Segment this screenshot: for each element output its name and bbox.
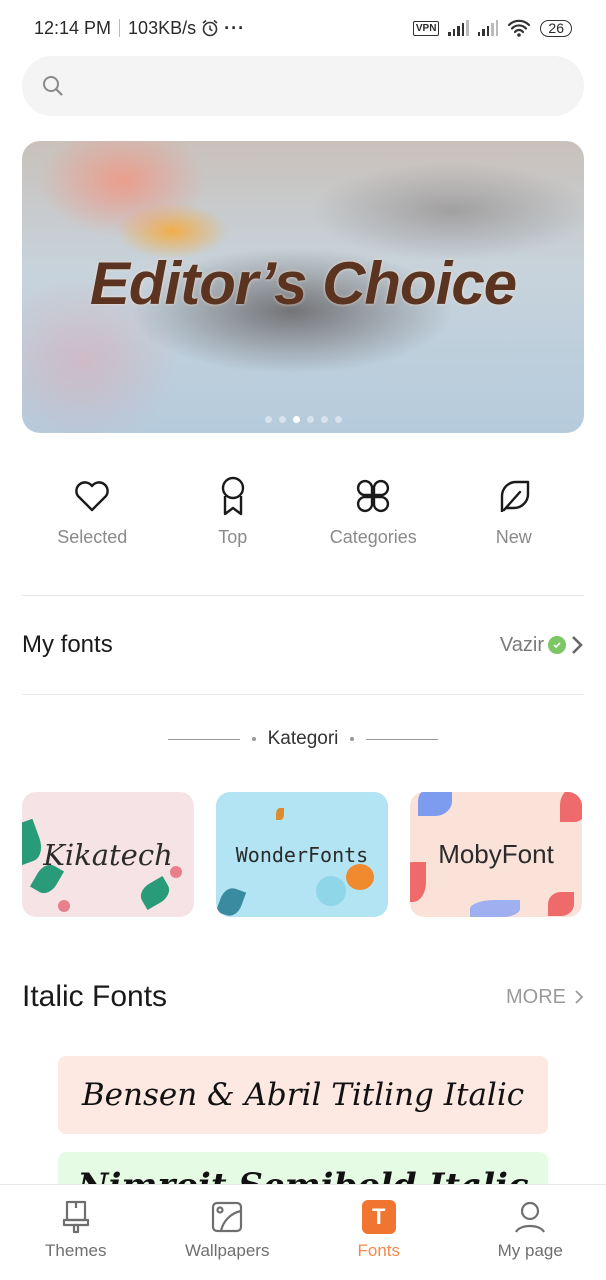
nav-label: My page <box>497 1241 563 1260</box>
banner-pagination <box>22 416 584 423</box>
font-card[interactable]: Bensen & Abril Titling Italic <box>58 1056 548 1134</box>
pagination-dot-active[interactable] <box>292 416 300 423</box>
editors-choice-banner[interactable]: Editor’s Choice <box>22 141 584 433</box>
font-t-icon: T <box>361 1200 396 1234</box>
current-font: Vazir <box>500 634 584 657</box>
decorative-leaf <box>560 792 582 822</box>
kategori-label: Kategori <box>267 728 339 749</box>
status-bar: 12:14 PM 103KB/s ··· VPN 26 <box>0 0 606 56</box>
category-label: WonderFonts <box>235 842 369 867</box>
decorative-dot <box>350 737 355 741</box>
alarm-icon <box>202 19 218 37</box>
kategori-header: Kategori <box>0 728 606 750</box>
decorative-leaf <box>548 892 574 916</box>
clock: 12:14 PM <box>34 17 112 38</box>
search-input[interactable] <box>74 75 584 97</box>
section-title: Italic Fonts <box>22 980 168 1013</box>
battery-indicator: 26 <box>540 19 572 37</box>
category-card-mobyfont[interactable]: MobyFont <box>410 792 582 917</box>
quick-nav-categories[interactable]: Categories <box>303 474 444 548</box>
quick-nav-label: New <box>495 527 532 547</box>
quick-nav: Selected Top Categories New <box>22 474 584 548</box>
pagination-dot[interactable] <box>320 416 328 423</box>
nav-label: Themes <box>45 1241 107 1260</box>
nav-fonts[interactable]: T Fonts <box>303 1185 455 1280</box>
nav-label: Fonts <box>357 1241 401 1260</box>
vpn-icon: VPN <box>412 20 440 36</box>
more-notifications-indicator: ··· <box>224 17 246 38</box>
bottom-nav: Themes Wallpapers T Fonts My page <box>0 1184 606 1280</box>
quick-nav-selected[interactable]: Selected <box>22 474 163 548</box>
nav-themes[interactable]: Themes <box>0 1185 152 1280</box>
banner-title: Editor’s Choice <box>89 250 517 317</box>
quick-nav-label: Top <box>218 527 248 547</box>
my-fonts-title: My fonts <box>22 631 113 658</box>
search-bar[interactable] <box>22 56 584 116</box>
category-cards: Kikatech WonderFonts MobyFont <box>22 792 606 917</box>
more-label: MORE <box>506 985 566 1008</box>
my-fonts-row[interactable]: My fonts Vazir <box>22 596 584 694</box>
signal-icon-2 <box>477 20 499 36</box>
categories-grid-icon <box>357 479 390 513</box>
decorative-leaf <box>216 885 247 917</box>
user-icon <box>515 1201 546 1233</box>
quick-nav-top[interactable]: Top <box>163 474 304 548</box>
nav-wallpapers[interactable]: Wallpapers <box>152 1185 304 1280</box>
network-speed: 103KB/s <box>128 17 197 38</box>
pagination-dot[interactable] <box>306 416 314 423</box>
decorative-leaf <box>418 792 452 816</box>
leaf-icon <box>500 480 529 512</box>
quick-nav-label: Selected <box>57 527 128 547</box>
more-button[interactable]: MORE <box>506 986 584 1009</box>
category-card-kikatech[interactable]: Kikatech <box>22 792 194 917</box>
category-label: MobyFont <box>438 839 554 869</box>
status-left: 12:14 PM 103KB/s ··· <box>34 18 245 39</box>
status-right: VPN 26 <box>412 18 572 38</box>
pagination-dot[interactable] <box>334 416 342 423</box>
category-label: Kikatech <box>43 837 173 872</box>
signal-icon <box>448 20 469 36</box>
decorative-leaf <box>470 900 520 917</box>
font-name: Bensen & Abril Titling Italic <box>81 1077 525 1113</box>
decorative-flower <box>346 864 374 890</box>
nav-my-page[interactable]: My page <box>455 1185 606 1280</box>
award-ribbon-icon <box>221 476 244 516</box>
divider <box>22 694 584 695</box>
quick-nav-new[interactable]: New <box>444 474 585 548</box>
decorative-leaf <box>276 808 284 820</box>
category-card-wonderfonts[interactable]: WonderFonts <box>216 792 388 917</box>
heart-icon <box>75 481 110 512</box>
italic-fonts-header: Italic Fonts MORE <box>22 980 584 1014</box>
quick-nav-label: Categories <box>329 527 417 547</box>
decorative-line <box>366 738 439 740</box>
decorative-leaf <box>410 862 426 902</box>
brush-icon <box>62 1200 89 1234</box>
chevron-right-icon <box>572 636 583 654</box>
wifi-icon <box>508 19 531 37</box>
decorative-shape <box>316 876 346 906</box>
decorative-line <box>167 738 240 740</box>
check-icon <box>548 636 566 654</box>
search-icon <box>43 76 63 96</box>
nav-label: Wallpapers <box>185 1241 270 1260</box>
current-font-name: Vazir <box>499 633 544 656</box>
chevron-right-icon <box>575 990 584 1004</box>
wallpaper-icon <box>212 1201 243 1233</box>
decorative-leaf <box>136 875 174 911</box>
status-separator <box>119 19 121 37</box>
pagination-dot[interactable] <box>264 416 272 423</box>
pagination-dot[interactable] <box>278 416 286 423</box>
decorative-dot <box>251 737 256 741</box>
decorative-flower <box>58 900 70 912</box>
